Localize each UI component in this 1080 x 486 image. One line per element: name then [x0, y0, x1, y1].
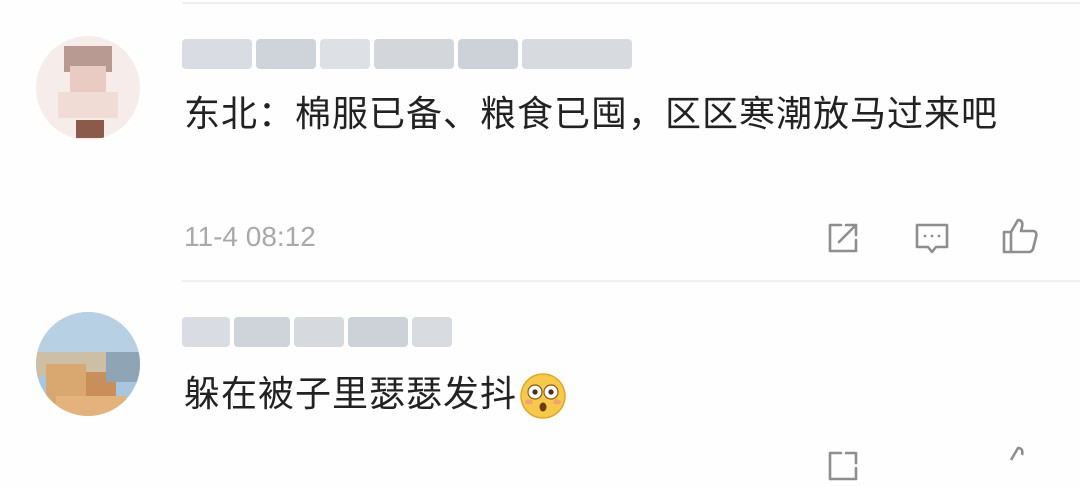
reply-icon[interactable]	[912, 218, 952, 258]
top-divider	[182, 2, 1080, 4]
avatar[interactable]	[36, 36, 140, 140]
share-icon[interactable]	[823, 218, 863, 258]
comment-time: 11-4 08:12	[184, 221, 316, 252]
flushed-face-emoji	[519, 372, 567, 420]
avatar[interactable]	[36, 312, 140, 416]
comment-divider	[182, 280, 1080, 282]
username-redacted[interactable]	[182, 34, 632, 74]
like-icon[interactable]	[1000, 444, 1040, 484]
share-icon[interactable]	[823, 446, 863, 486]
comment-text: 躲在被子里瑟瑟发抖	[184, 366, 1044, 424]
comment-text-content: 躲在被子里瑟瑟发抖	[184, 374, 518, 415]
username-redacted[interactable]	[182, 312, 452, 352]
comment-text: 东北：棉服已备、粮食已囤，区区寒潮放马过来吧	[184, 94, 999, 135]
like-icon[interactable]	[1000, 216, 1040, 256]
